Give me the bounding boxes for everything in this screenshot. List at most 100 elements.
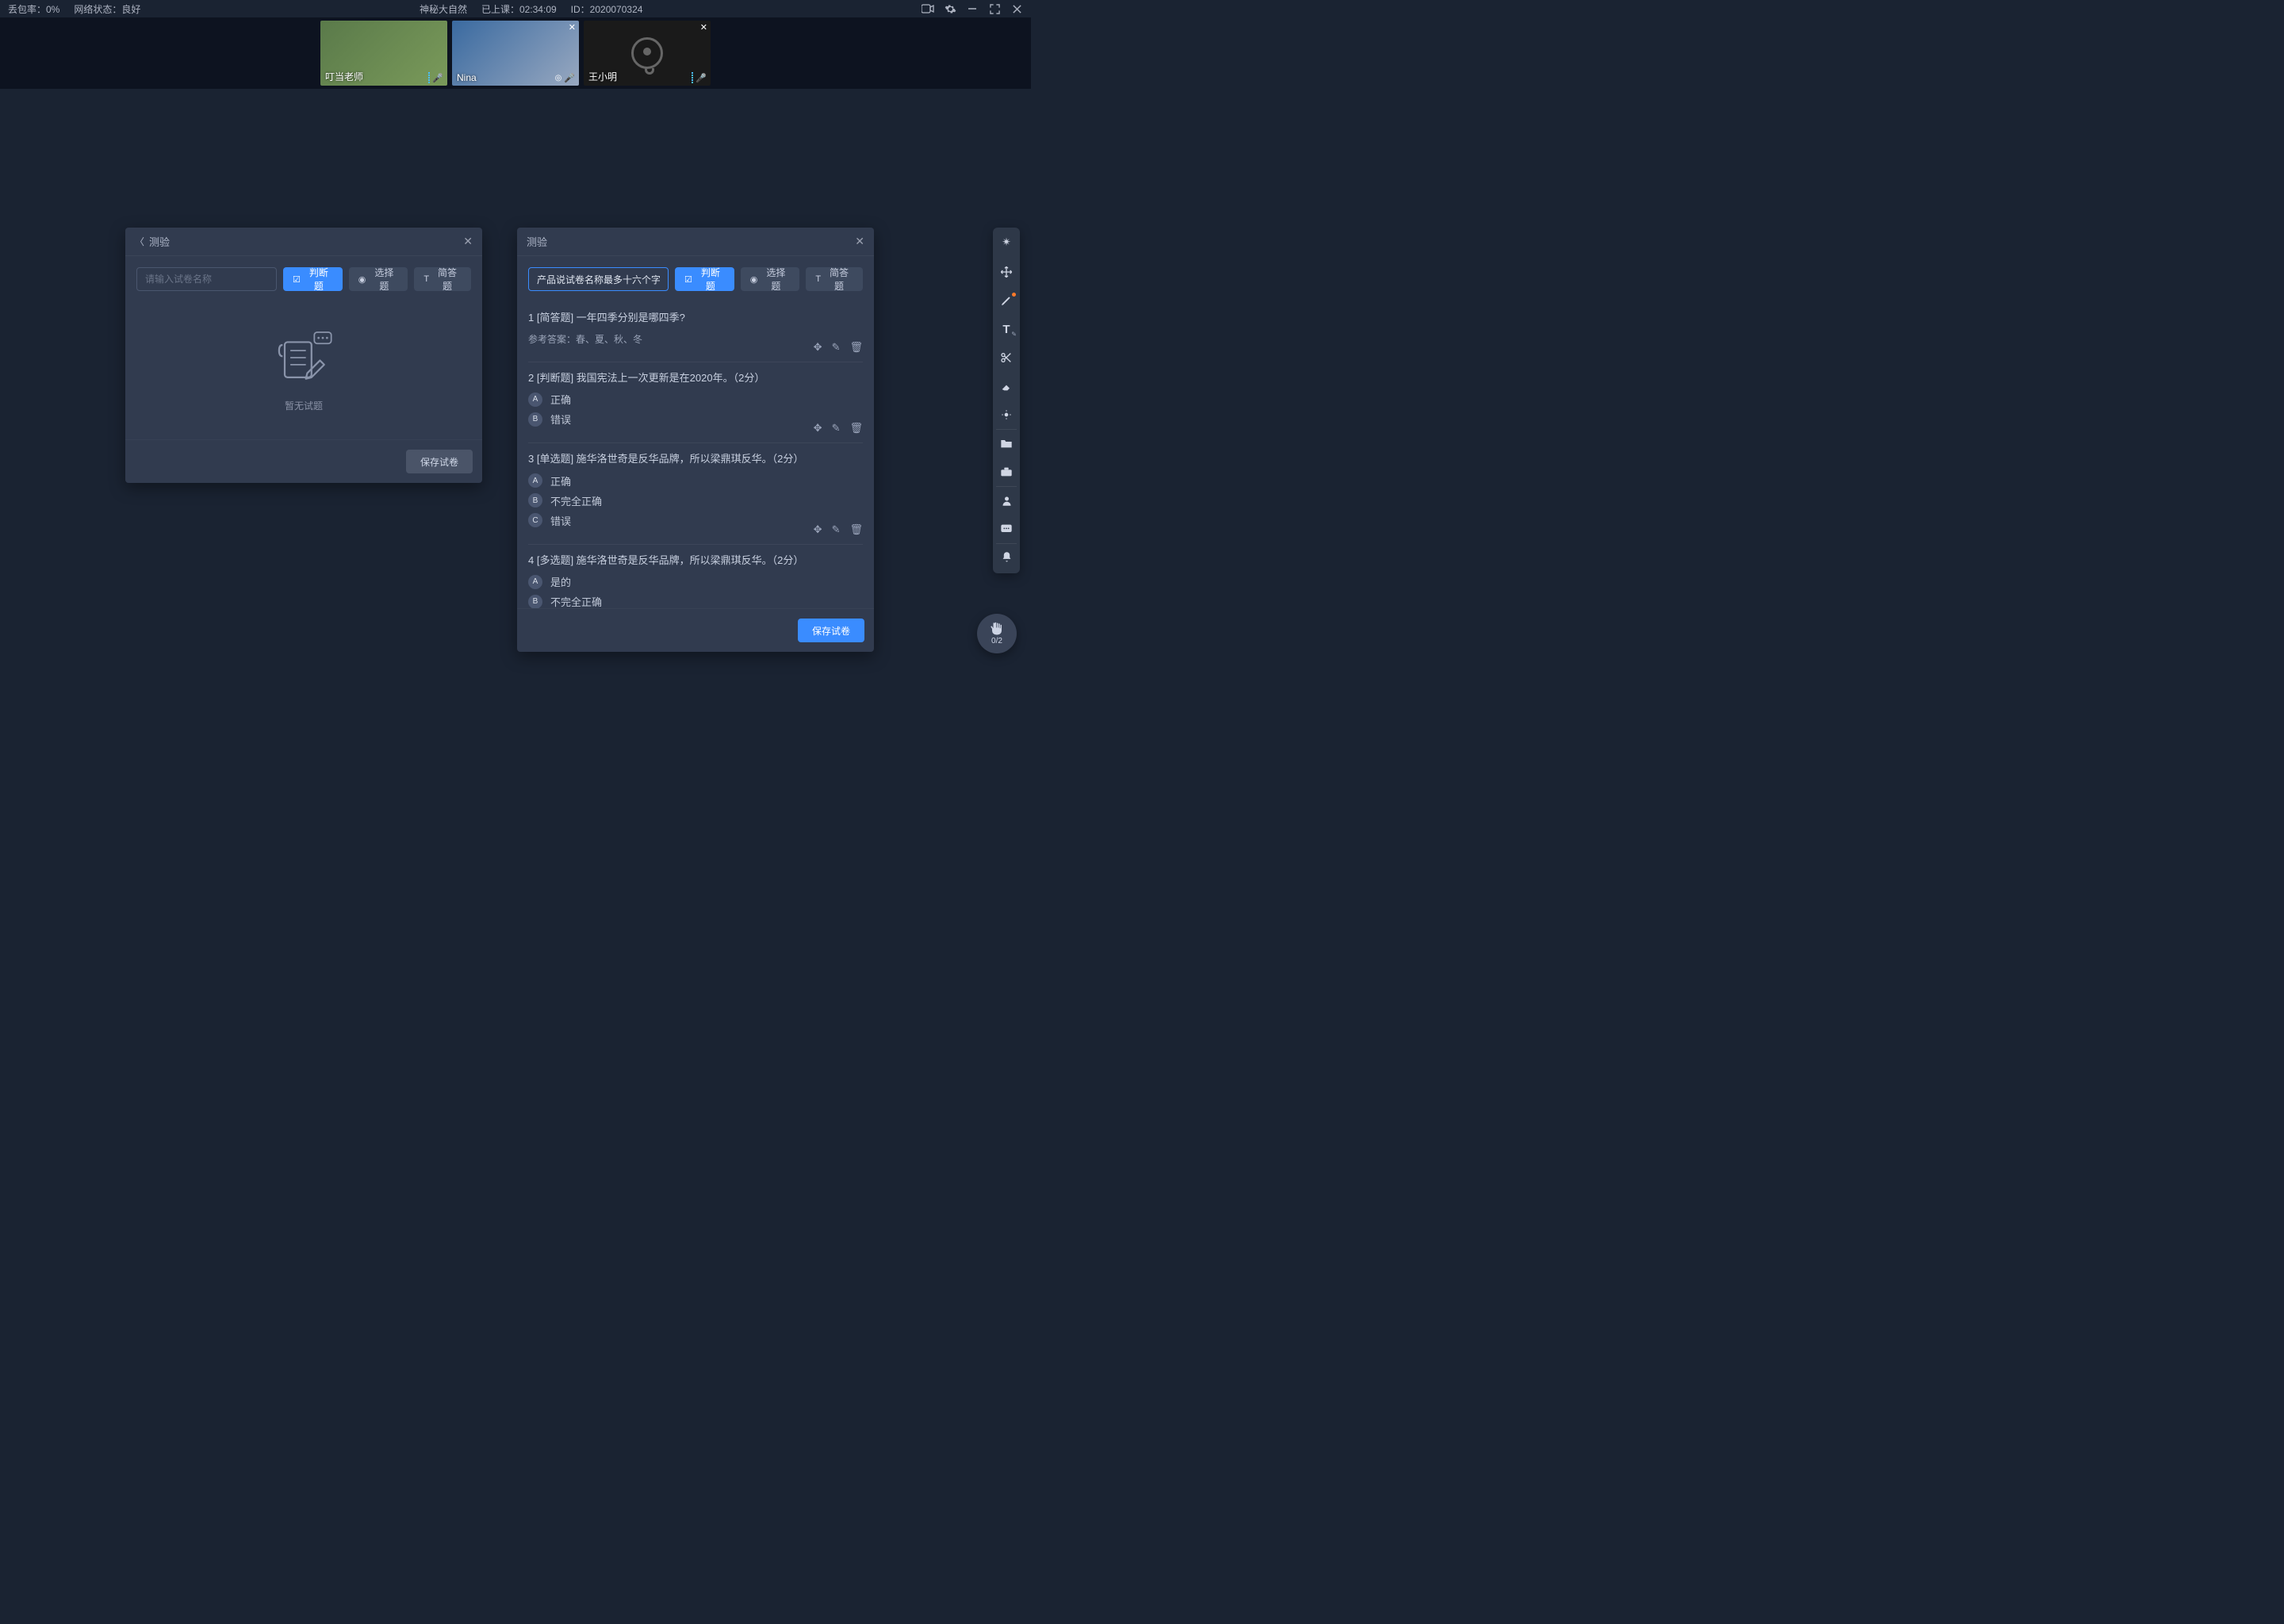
delete-icon[interactable]: 🗑 bbox=[849, 341, 863, 354]
mic-icon: 🎤 bbox=[432, 73, 443, 83]
video-close-icon[interactable]: ✕ bbox=[569, 22, 576, 33]
camera-toggle-icon[interactable] bbox=[922, 2, 934, 15]
volume-indicator-icon bbox=[428, 72, 430, 83]
pen-tool-icon[interactable] bbox=[998, 293, 1014, 308]
judge-icon: ☑ bbox=[293, 274, 301, 285]
save-quiz-button[interactable]: 保存试卷 bbox=[798, 619, 864, 642]
question-block: 4 [多选题] 施华洛世奇是反华品牌，所以梁鼎琪反华。（2分） A 是的 B不完全正确… bbox=[528, 545, 863, 609]
add-choice-button[interactable]: ◉ 选择题 bbox=[741, 267, 800, 291]
question-block: 1 [简答题] 一年四季分别是哪四季?参考答案：春、夏、秋、冬✥✎🗑 bbox=[528, 302, 863, 362]
question-option[interactable]: B不完全正确 bbox=[528, 493, 863, 508]
mic-muted-icon: 🎤 bbox=[696, 73, 707, 83]
bell-tool-icon[interactable] bbox=[998, 550, 1014, 565]
add-judge-button[interactable]: ☑ 判断题 bbox=[283, 267, 343, 291]
option-text: 错误 bbox=[550, 513, 571, 528]
drawing-toolbar: T ✎ bbox=[993, 228, 1020, 573]
option-text: 错误 bbox=[550, 412, 571, 427]
close-icon[interactable]: ✕ bbox=[463, 235, 473, 248]
text-icon: T bbox=[423, 274, 429, 284]
question-option[interactable]: B不完全正确 bbox=[528, 594, 863, 608]
question-option[interactable]: A 是的 bbox=[528, 574, 863, 589]
chat-tool-icon[interactable] bbox=[998, 521, 1014, 537]
edit-icon[interactable]: ✎ bbox=[832, 341, 841, 354]
question-option[interactable]: A 正确 bbox=[528, 392, 863, 407]
maximize-icon[interactable] bbox=[988, 2, 1001, 15]
back-icon[interactable]: 〈 bbox=[135, 235, 144, 248]
video-name: Nina bbox=[457, 72, 477, 83]
minimize-icon[interactable] bbox=[966, 2, 979, 15]
option-badge: A bbox=[528, 393, 542, 407]
pointer-tool-icon[interactable] bbox=[998, 236, 1014, 251]
quiz-panel-filled: 测验 ✕ ☑ 判断题 ◉ 选择题 T 简答题 1 [简答题] 一年四季分别是哪四 bbox=[517, 228, 874, 652]
judge-icon: ☑ bbox=[684, 274, 692, 285]
toolbox-tool-icon[interactable] bbox=[998, 464, 1014, 480]
add-judge-button[interactable]: ☑ 判断题 bbox=[675, 267, 734, 291]
settings-icon[interactable] bbox=[944, 2, 956, 15]
video-name: 王小明 bbox=[588, 70, 617, 83]
question-block: 2 [判断题] 我国宪法上一次更新是在2020年。（2分）A正确B错误✥✎🗑 bbox=[528, 362, 863, 444]
move-tool-icon[interactable] bbox=[998, 264, 1014, 280]
topbar: 丢包率：0% 网络状态：良好 神秘大自然 已上课：02:34:09 ID：202… bbox=[0, 0, 1031, 17]
option-badge: C bbox=[528, 513, 542, 527]
class-duration: 已上课：02:34:09 bbox=[481, 2, 557, 16]
option-badge: B bbox=[528, 412, 542, 427]
video-tile-student[interactable]: ✕ Nina ◎ 🎤 bbox=[452, 21, 579, 86]
button-label: 选择题 bbox=[761, 266, 790, 293]
move-icon[interactable]: ✥ bbox=[814, 422, 822, 435]
folder-tool-icon[interactable] bbox=[998, 435, 1014, 451]
edit-icon[interactable]: ✎ bbox=[832, 422, 841, 435]
network-status: 网络状态：良好 bbox=[74, 2, 140, 16]
add-short-answer-button[interactable]: T 简答题 bbox=[414, 267, 471, 291]
move-icon[interactable]: ✥ bbox=[814, 341, 822, 354]
edit-icon[interactable]: ✎ bbox=[832, 523, 841, 536]
video-strip: 叮当老师 🎤 ✕ Nina ◎ 🎤 ✕ 王小明 🎤 bbox=[0, 17, 1031, 89]
close-icon[interactable] bbox=[1010, 2, 1023, 15]
empty-text: 暂无试题 bbox=[285, 399, 323, 412]
option-text: 正确 bbox=[550, 392, 571, 407]
button-label: 判断题 bbox=[305, 266, 333, 293]
question-title: 1 [简答题] 一年四季分别是哪四季? bbox=[528, 310, 863, 326]
video-close-icon[interactable]: ✕ bbox=[700, 22, 707, 33]
close-icon[interactable]: ✕ bbox=[855, 235, 864, 248]
eraser-tool-icon[interactable] bbox=[998, 378, 1014, 394]
brightness-tool-icon[interactable] bbox=[998, 407, 1014, 423]
option-badge: A bbox=[528, 575, 542, 589]
course-title: 神秘大自然 bbox=[420, 2, 467, 16]
delete-icon[interactable]: 🗑 bbox=[849, 422, 863, 435]
save-quiz-button[interactable]: 保存试卷 bbox=[406, 450, 473, 473]
text-tool-icon[interactable]: T ✎ bbox=[998, 321, 1014, 337]
quiz-name-input[interactable] bbox=[136, 267, 277, 291]
hand-count: 0/2 bbox=[991, 637, 1002, 645]
video-tile-teacher[interactable]: 叮当老师 🎤 bbox=[320, 21, 447, 86]
option-badge: B bbox=[528, 595, 542, 609]
option-badge: A bbox=[528, 473, 542, 488]
add-choice-button[interactable]: ◉ 选择题 bbox=[349, 267, 408, 291]
scissors-tool-icon[interactable] bbox=[998, 350, 1014, 366]
choice-icon: ◉ bbox=[750, 274, 758, 285]
option-text: 是的 bbox=[550, 574, 571, 589]
question-title: 3 [单选题] 施华洛世奇是反华品牌，所以梁鼎琪反华。（2分） bbox=[528, 451, 863, 467]
question-option[interactable]: A正确 bbox=[528, 473, 863, 488]
user-tool-icon[interactable] bbox=[998, 492, 1014, 508]
question-title: 4 [多选题] 施华洛世奇是反华品牌，所以梁鼎琪反华。（2分） bbox=[528, 553, 863, 569]
add-short-answer-button[interactable]: T 简答题 bbox=[806, 267, 863, 291]
quiz-name-input[interactable] bbox=[528, 267, 669, 291]
loss-rate: 丢包率：0% bbox=[8, 2, 59, 16]
question-actions: ✥ ✎ 🗑 bbox=[814, 341, 863, 354]
text-icon: T bbox=[815, 274, 821, 284]
option-badge: B bbox=[528, 493, 542, 508]
button-label: 简答题 bbox=[433, 266, 462, 293]
hand-icon bbox=[990, 622, 1004, 636]
mic-icon: 🎤 bbox=[564, 73, 575, 83]
button-label: 判断题 bbox=[696, 266, 725, 293]
move-icon[interactable]: ✥ bbox=[814, 523, 822, 536]
video-tile-student[interactable]: ✕ 王小明 🎤 bbox=[584, 21, 711, 86]
volume-indicator-icon bbox=[692, 72, 693, 83]
question-actions: ✥ ✎ 🗑 bbox=[814, 422, 863, 435]
target-icon: ◎ bbox=[555, 74, 562, 82]
delete-icon[interactable]: 🗑 bbox=[849, 523, 863, 536]
raise-hand-button[interactable]: 0/2 bbox=[977, 614, 1017, 653]
camera-off-icon bbox=[631, 37, 663, 69]
button-label: 简答题 bbox=[825, 266, 853, 293]
empty-state: 暂无试题 bbox=[136, 302, 471, 428]
